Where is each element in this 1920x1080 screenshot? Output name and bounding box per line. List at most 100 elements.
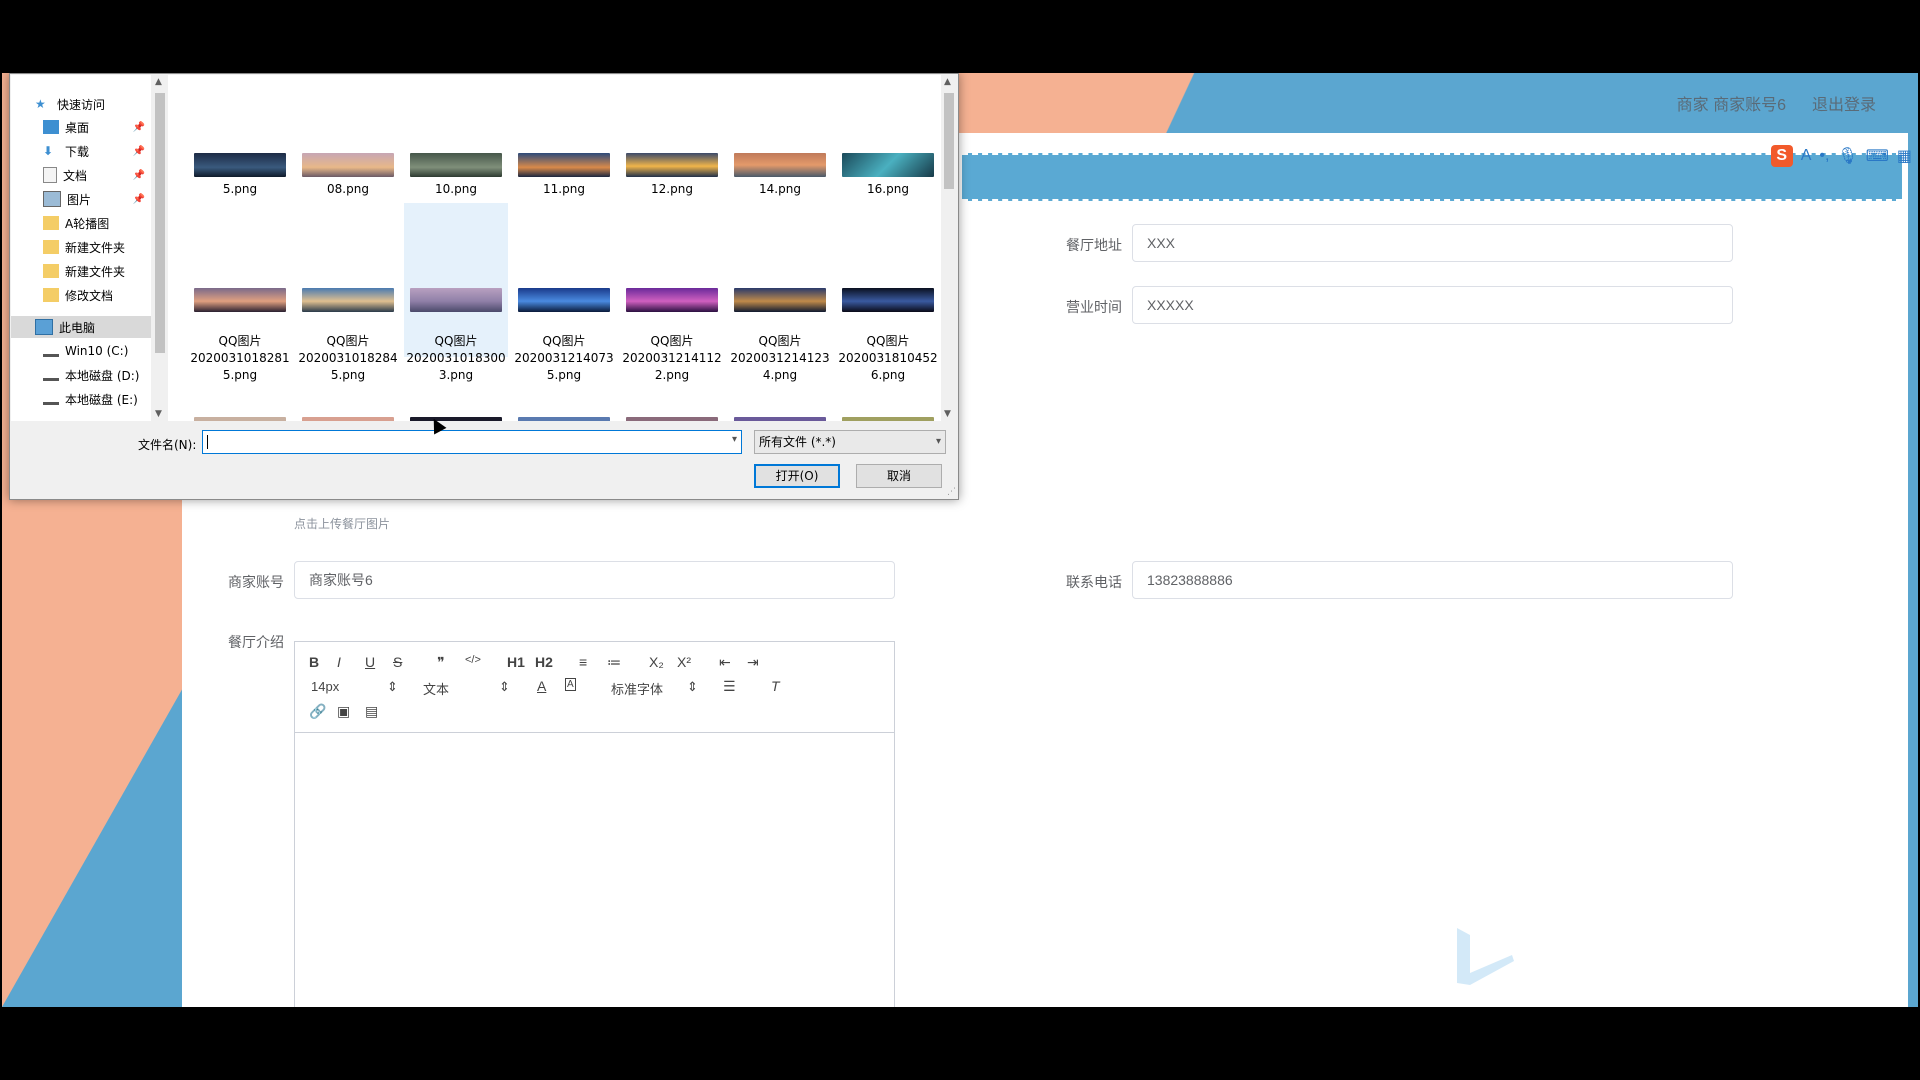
punctuation-icon[interactable]: •, <box>1819 147 1829 165</box>
underline-button[interactable]: U <box>365 654 375 670</box>
nav-folder-new-1[interactable]: 新建文件夹 <box>11 236 151 258</box>
bullet-list-button[interactable]: ≔ <box>607 654 621 671</box>
file-item[interactable]: QQ图片 2020031214112 2.png <box>620 271 724 384</box>
quote-button[interactable]: ❞ <box>437 654 445 671</box>
file-item[interactable]: 14.png <box>728 153 832 198</box>
nav-downloads[interactable]: ⬇ 下载 📌 <box>11 140 151 162</box>
file-item[interactable]: QQ图片 2020031214123 4.png <box>728 271 832 384</box>
file-item[interactable]: QQ图片 2020031018281 5.png <box>188 271 292 384</box>
file-list-scrollbar-thumb[interactable] <box>944 93 954 189</box>
resize-grip-icon[interactable]: ⋰ <box>947 487 956 497</box>
file-thumbnail-partial <box>518 417 610 421</box>
file-thumbnail <box>734 153 826 177</box>
filetype-select[interactable]: 所有文件 (*.*) ▾ <box>754 430 946 454</box>
file-item[interactable]: 10.png <box>404 153 508 198</box>
filename-input[interactable]: ▾ <box>202 430 742 454</box>
subscript-button[interactable]: X₂ <box>649 654 664 670</box>
file-list-scrollbar[interactable]: ▲ ▼ <box>941 75 957 421</box>
file-thumbnail <box>626 288 718 312</box>
file-name: 12.png <box>651 182 693 196</box>
indent-button[interactable]: ⇥ <box>747 654 759 671</box>
file-item[interactable]: 11.png <box>512 153 616 198</box>
outdent-button[interactable]: ⇤ <box>719 654 731 671</box>
strike-button[interactable]: S <box>393 654 402 670</box>
italic-button[interactable]: I <box>337 654 341 670</box>
file-thumbnail <box>410 288 502 312</box>
link-icon[interactable]: 🔗 <box>309 703 326 720</box>
nav-drive-d[interactable]: 本地磁盘 (D:) <box>11 364 151 386</box>
superscript-button[interactable]: X² <box>677 654 691 670</box>
nav-quick-access[interactable]: ★ 快速访问 <box>11 93 151 115</box>
clear-format-icon[interactable]: T <box>771 678 780 694</box>
keyboard-icon[interactable]: ⌨ <box>1866 146 1889 166</box>
nav-label: 快速访问 <box>57 97 106 112</box>
scroll-down-icon[interactable]: ▼ <box>944 409 951 419</box>
file-thumbnail <box>734 288 826 312</box>
font-family-select[interactable]: 标准字体 <box>611 679 663 698</box>
ordered-list-button[interactable]: ≡ <box>579 654 587 670</box>
account-input[interactable]: 商家账号6 <box>294 561 895 599</box>
nav-folder-new-2[interactable]: 新建文件夹 <box>11 260 151 282</box>
address-input[interactable]: XXX <box>1132 224 1733 262</box>
grid-menu-icon[interactable]: ▦ <box>1897 146 1912 166</box>
file-item[interactable]: QQ图片 2020031810452 6.png <box>836 271 940 384</box>
font-size-select[interactable]: 14px <box>311 679 339 694</box>
file-item[interactable]: 12.png <box>620 153 724 198</box>
open-button[interactable]: 打开(O) <box>754 464 840 488</box>
video-icon[interactable]: ▤ <box>365 703 378 720</box>
background-color-icon[interactable]: A <box>565 678 576 691</box>
nav-drive-e[interactable]: 本地磁盘 (E:) <box>11 388 151 410</box>
h1-button[interactable]: H1 <box>507 654 525 670</box>
drive-icon <box>43 370 59 381</box>
download-icon: ⬇ <box>43 144 54 158</box>
nav-folder-carousel[interactable]: A轮播图 <box>11 212 151 234</box>
microphone-icon[interactable]: 🎙 <box>1837 146 1857 166</box>
text-type-arrow-icon: ⇕ <box>499 679 510 694</box>
scroll-up-icon[interactable]: ▲ <box>155 77 162 87</box>
hours-input[interactable]: XXXXX <box>1132 286 1733 324</box>
nav-this-pc[interactable]: 此电脑 <box>11 316 151 338</box>
nav-desktop[interactable]: 桌面 📌 <box>11 116 151 138</box>
nav-pictures[interactable]: 图片 📌 <box>11 188 151 210</box>
file-item[interactable]: QQ图片 2020031214073 5.png <box>512 271 616 384</box>
chevron-down-icon[interactable]: ▾ <box>732 434 737 445</box>
folder-icon <box>43 216 59 230</box>
align-icon[interactable]: ☰ <box>723 678 736 695</box>
bold-button[interactable]: B <box>309 654 319 670</box>
drive-icon <box>43 394 59 405</box>
file-name: QQ图片 2020031018300 3.png <box>406 334 506 382</box>
logout-link[interactable]: 退出登录 <box>1812 91 1876 115</box>
file-item[interactable]: 08.png <box>296 153 400 198</box>
editor-toolbar: B I U S ❞ </> H1 H2 ≡ ≔ X₂ X² ⇤ ⇥ 14px ⇕… <box>295 642 894 733</box>
h2-button[interactable]: H2 <box>535 654 553 670</box>
text-type-select[interactable]: 文本 <box>423 679 449 698</box>
cancel-button[interactable]: 取消 <box>856 464 942 488</box>
file-item-selected[interactable]: QQ图片 2020031018300 3.png <box>404 203 508 382</box>
folder-icon <box>43 288 59 302</box>
file-item[interactable]: QQ图片 2020031018284 5.png <box>296 271 400 384</box>
watermark-logo-icon <box>1457 928 1514 985</box>
file-thumbnail <box>842 288 934 312</box>
nav-drive-c[interactable]: Win10 (C:) <box>11 340 151 362</box>
nav-scrollbar-thumb[interactable] <box>155 93 165 353</box>
chevron-down-icon[interactable]: ▾ <box>936 431 941 453</box>
font-icon[interactable]: A <box>1801 147 1812 165</box>
nav-label: 本地磁盘 (D:) <box>65 368 140 383</box>
nav-documents[interactable]: 文档 📌 <box>11 164 151 186</box>
code-button[interactable]: </> <box>465 654 481 666</box>
file-item[interactable]: 5.png <box>188 153 292 198</box>
file-name: 08.png <box>327 182 369 196</box>
sogou-logo-icon[interactable]: S <box>1770 145 1793 167</box>
font-color-icon[interactable]: A <box>537 678 546 694</box>
upload-hint[interactable]: 点击上传餐厅图片 <box>294 515 390 532</box>
nav-folder-edit-docs[interactable]: 修改文档 <box>11 284 151 306</box>
image-icon[interactable]: ▣ <box>337 703 350 720</box>
file-item[interactable]: 16.png <box>836 153 940 198</box>
nav-label: A轮播图 <box>65 216 110 231</box>
scroll-up-icon[interactable]: ▲ <box>944 77 951 87</box>
scroll-down-icon[interactable]: ▼ <box>155 409 162 419</box>
phone-input[interactable]: 13823888886 <box>1132 561 1733 599</box>
nav-label: 此电脑 <box>59 320 96 335</box>
rich-text-editor[interactable]: B I U S ❞ </> H1 H2 ≡ ≔ X₂ X² ⇤ ⇥ 14px ⇕… <box>294 641 895 1007</box>
nav-scrollbar[interactable]: ▲ ▼ <box>152 75 168 421</box>
